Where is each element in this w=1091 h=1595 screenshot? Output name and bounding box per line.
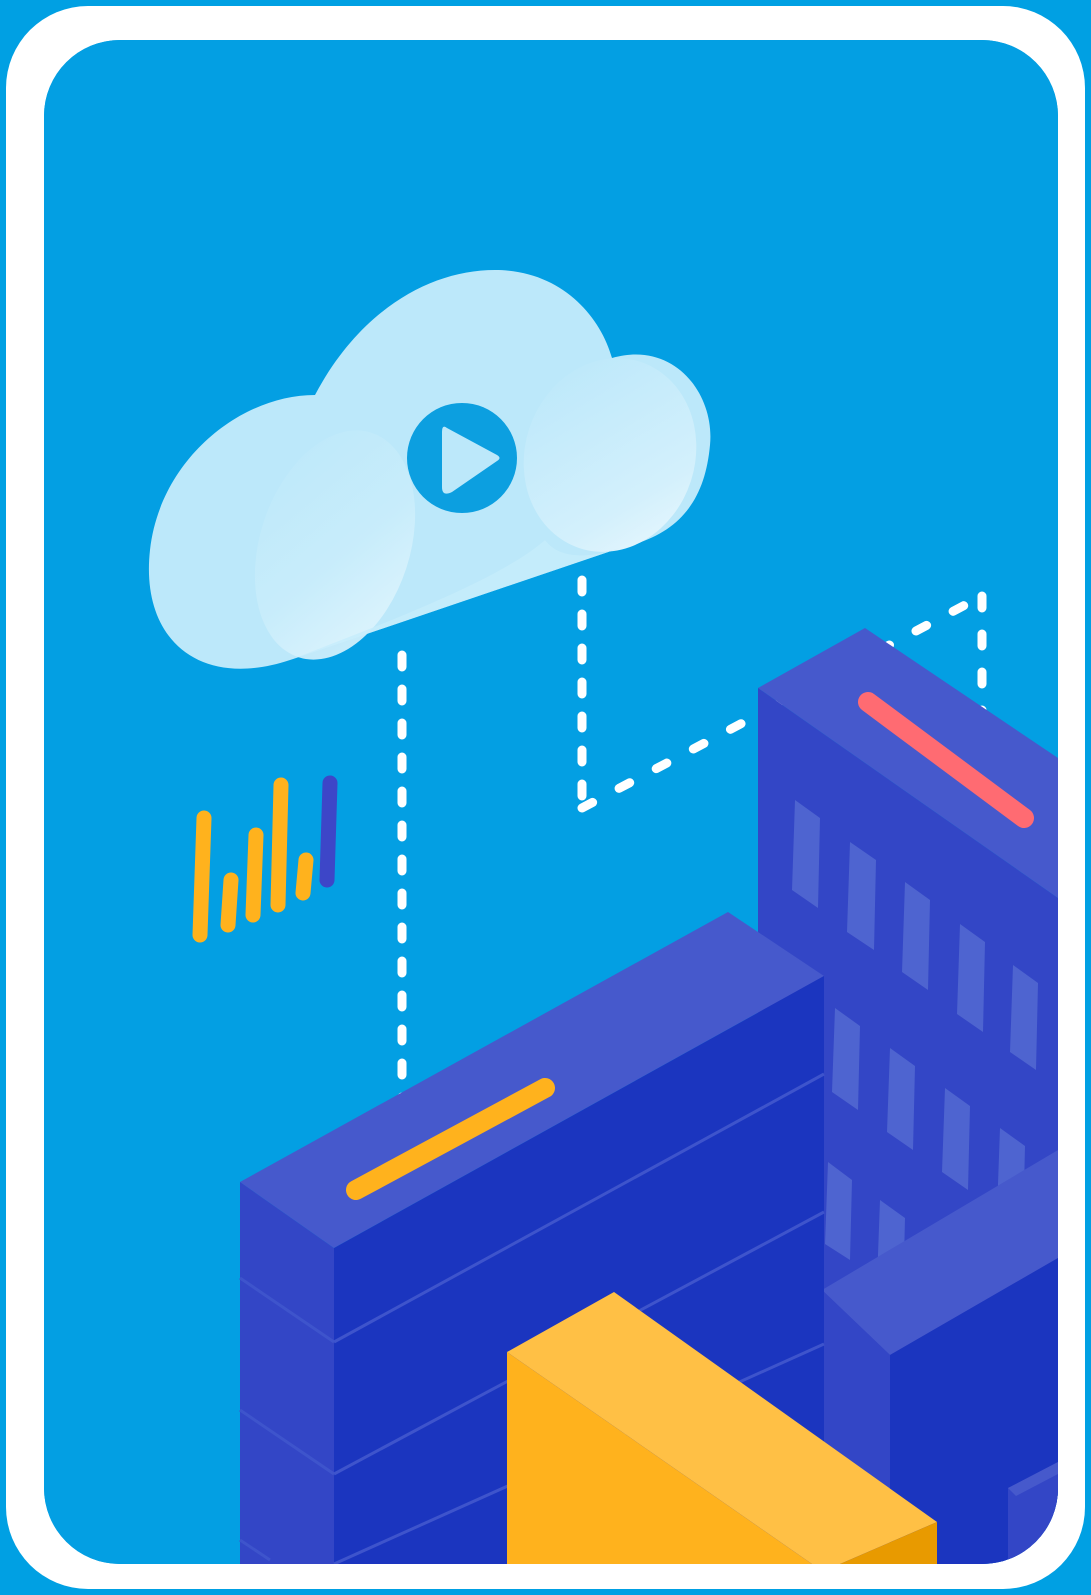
illustration-card (44, 40, 1058, 1564)
cloud-buildings-illustration (44, 40, 1058, 1564)
play-icon (407, 403, 517, 513)
